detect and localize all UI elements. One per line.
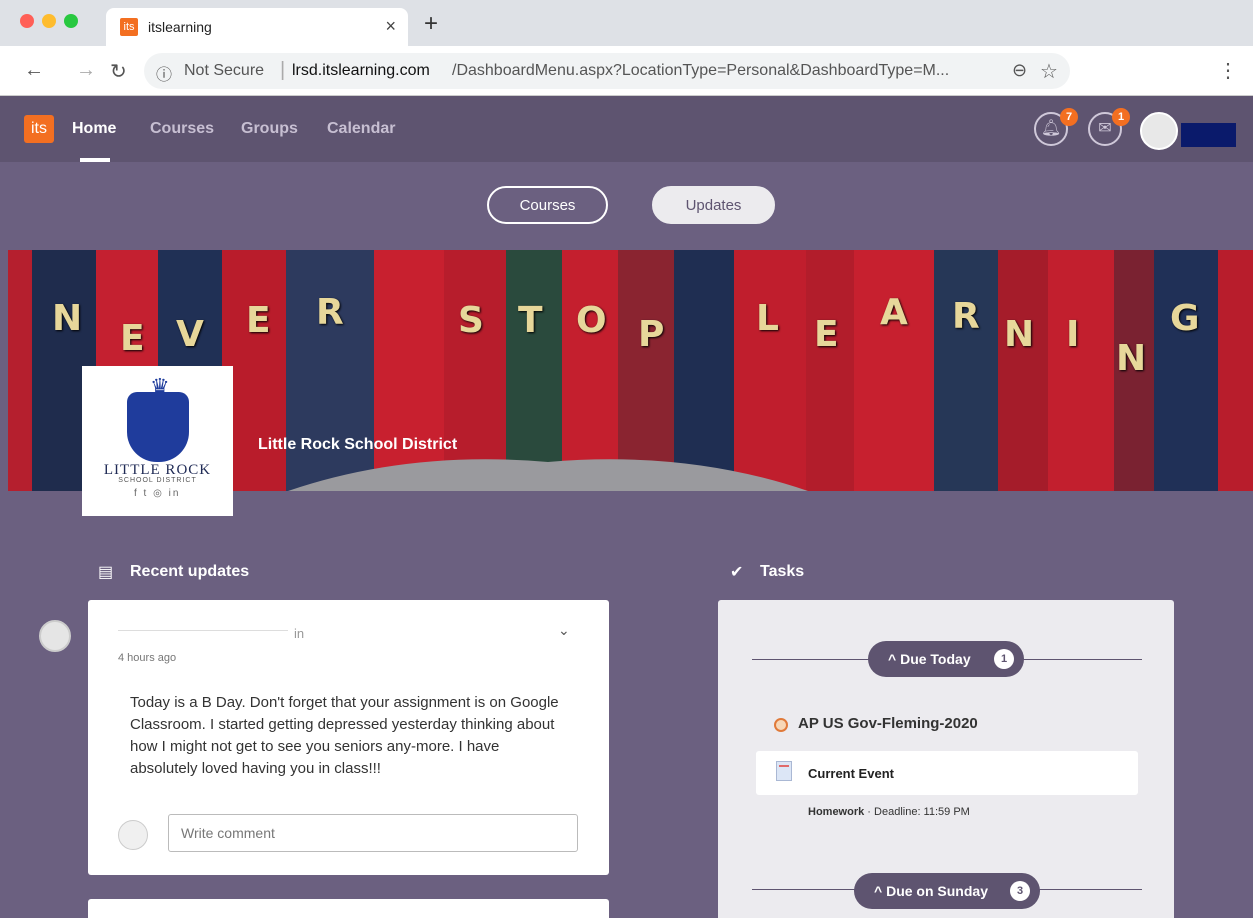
banner-letter: L — [756, 298, 779, 339]
banner-letter: E — [814, 314, 839, 355]
task-meta: Homework · Deadline: 11:59 PM — [808, 806, 970, 818]
banner-letter: N — [1004, 314, 1035, 355]
its-logo[interactable]: its — [24, 115, 54, 143]
banner-book — [854, 250, 934, 491]
new-tab-button[interactable]: + — [424, 10, 438, 38]
task-item[interactable]: Current Event — [756, 751, 1138, 795]
chevron-down-icon[interactable]: ⌄ — [558, 622, 570, 639]
open-book-shape — [288, 459, 808, 491]
banner-letter: A — [880, 292, 908, 333]
menu-dots-icon[interactable]: ⋮ — [1218, 58, 1238, 83]
newspaper-icon: ▤ — [98, 564, 114, 581]
post-body: Today is a B Day. Don't forget that your… — [130, 694, 559, 777]
url-domain: lrsd.itslearning.com — [292, 62, 430, 79]
chevron-up-icon: ^ — [874, 883, 883, 899]
due-sunday-label: Due on Sunday — [886, 883, 988, 899]
app-header: its Home Courses Groups Calendar 🔔︎ ✉︎ — [0, 96, 1253, 162]
nav-home[interactable]: Home — [72, 120, 116, 138]
zoom-icon[interactable]: ⊖ — [1012, 60, 1027, 81]
district-name: Little Rock School District — [258, 436, 458, 453]
banner-book — [1048, 250, 1114, 491]
document-icon — [776, 761, 792, 781]
tasks-card: ^ Due Today 1 AP US Gov-Fleming-2020 Cur… — [718, 600, 1174, 918]
checkmark-icon: ✔ — [730, 564, 744, 581]
redacted-user-name — [1181, 123, 1236, 147]
not-secure-label: Not Secure — [184, 62, 265, 79]
banner-letter: T — [518, 300, 543, 341]
updates-toggle-button[interactable]: Updates — [652, 186, 775, 224]
forward-arrow-icon[interactable]: → — [76, 59, 96, 82]
post-timestamp: 4 hours ago — [118, 652, 177, 664]
banner-letter: N — [52, 298, 83, 339]
notifications-badge: 7 — [1060, 108, 1078, 126]
due-today-count: 1 — [994, 649, 1014, 669]
banner-letter: P — [638, 314, 665, 355]
browser-address-bar: ← → ↻ ⓘ Not Secure | lrsd.itslearning.co… — [0, 46, 1253, 96]
due-sunday-count: 3 — [1010, 881, 1030, 901]
banner-book — [8, 250, 32, 491]
logo-subtext: SCHOOL DISTRICT — [118, 477, 197, 484]
task-type: Homework — [808, 806, 865, 818]
post-in-label: in — [294, 626, 305, 641]
reload-icon[interactable]: ↻ — [110, 59, 127, 84]
browser-tab-bar: its itslearning × + — [0, 0, 1253, 46]
bookmark-star-icon[interactable]: ☆ — [1040, 59, 1058, 84]
banner-letter: V — [176, 314, 204, 355]
tab-title: itslearning — [148, 19, 212, 35]
banner-letter: R — [316, 292, 344, 333]
courses-toggle-button[interactable]: Courses — [487, 186, 608, 224]
nav-calendar[interactable]: Calendar — [327, 120, 395, 138]
window-close-button[interactable] — [20, 14, 34, 28]
due-today-pill[interactable]: ^ Due Today 1 — [868, 641, 1024, 677]
banner-book — [1218, 250, 1253, 491]
course-name[interactable]: AP US Gov-Fleming-2020 — [798, 715, 978, 732]
chevron-up-icon: ^ — [888, 651, 897, 667]
tab-close-icon[interactable]: × — [385, 16, 396, 37]
due-sunday-pill[interactable]: ^ Due on Sunday 3 — [854, 873, 1040, 909]
nav-active-indicator — [80, 158, 110, 162]
info-icon[interactable]: ⓘ — [156, 61, 172, 85]
banner-letter: R — [952, 296, 980, 337]
banner-book — [998, 250, 1048, 491]
user-avatar[interactable] — [1140, 112, 1178, 150]
update-post-card: in ⌄ 4 hours ago Today is a B Day. Don't… — [88, 600, 609, 875]
banner-letter: E — [120, 318, 145, 359]
banner-letter: O — [576, 300, 607, 341]
banner-book — [1154, 250, 1218, 491]
url-separator: | — [280, 59, 286, 81]
browser-tab[interactable]: its itslearning × — [106, 8, 408, 46]
url-field[interactable]: ⓘ Not Secure | lrsd.itslearning.com /Das… — [144, 53, 1070, 89]
district-logo[interactable]: ♛ LITTLE ROCK SCHOOL DISTRICT f t ◎ in — [82, 366, 233, 516]
messages-badge: 1 — [1112, 108, 1130, 126]
commenter-avatar — [118, 820, 148, 850]
banner-letter: N — [1116, 338, 1147, 379]
comment-input[interactable]: Write comment — [168, 814, 578, 852]
shield-icon — [127, 392, 189, 462]
course-status-dot — [774, 718, 788, 732]
banner-letter: G — [1170, 298, 1200, 339]
due-today-label: Due Today — [900, 651, 971, 667]
nav-courses[interactable]: Courses — [150, 120, 214, 138]
banner-book — [806, 250, 854, 491]
itslearning-favicon-icon: its — [120, 18, 138, 36]
tasks-title: Tasks — [760, 563, 805, 580]
task-deadline: · Deadline: 11:59 PM — [864, 806, 970, 818]
banner-letter: S — [458, 300, 484, 341]
social-icons: f t ◎ in — [134, 488, 181, 499]
window-minimize-button[interactable] — [42, 14, 56, 28]
redacted-author-name — [118, 630, 288, 631]
next-update-card — [88, 899, 609, 918]
back-arrow-icon[interactable]: ← — [24, 59, 44, 82]
task-title: Current Event — [808, 766, 894, 781]
recent-updates-title: Recent updates — [130, 563, 250, 580]
post-author-avatar[interactable] — [39, 620, 71, 652]
banner-letter: I — [1066, 314, 1080, 355]
window-maximize-button[interactable] — [64, 14, 78, 28]
url-path: /DashboardMenu.aspx?LocationType=Persona… — [452, 62, 950, 79]
nav-groups[interactable]: Groups — [241, 120, 298, 138]
banner-letter: E — [246, 300, 271, 341]
banner-book — [934, 250, 998, 491]
